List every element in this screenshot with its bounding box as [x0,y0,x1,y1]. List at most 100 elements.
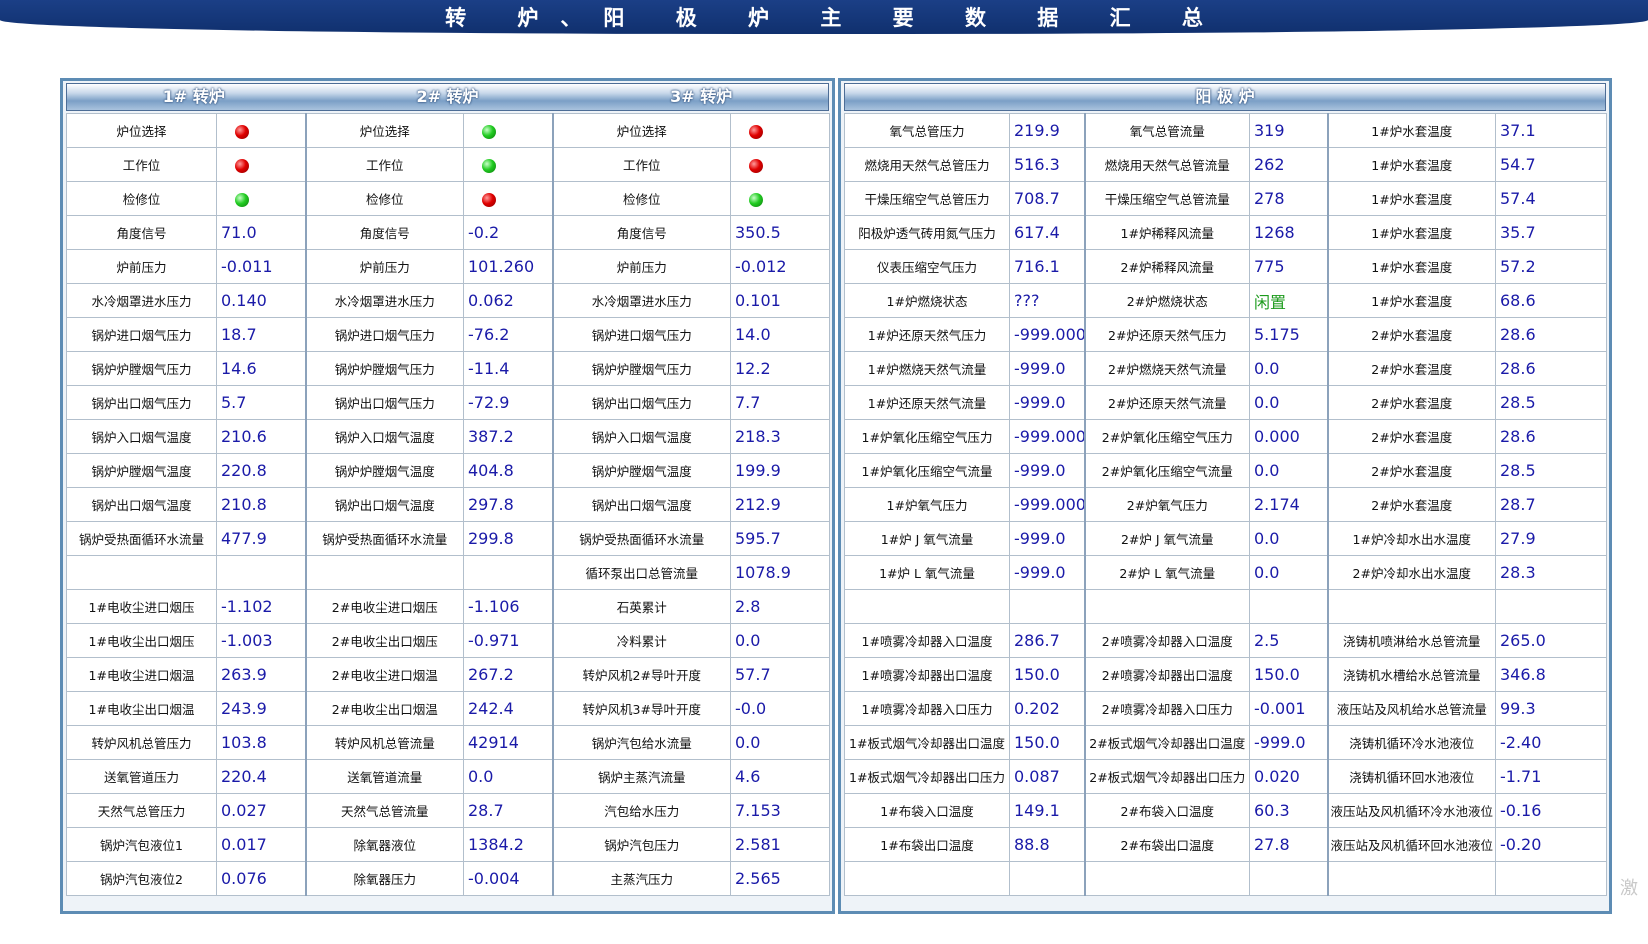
converter-value: 0.101 [730,283,830,318]
converter-label: 检修位 [66,181,217,216]
anode-value: ??? [1009,283,1085,318]
table-row: 锅炉受热面循环水流量 477.9 锅炉受热面循环水流量 299.8 锅炉受热面循环水流量… [66,521,830,556]
table-row: 检修位 检修位 检修位 [66,181,830,216]
anode-value: 0.202 [1009,691,1085,726]
converter-value: -11.4 [463,351,553,386]
converter-value: 2.565 [730,861,830,896]
anode-label: 液压站及风机给水总管流量 [1326,691,1496,726]
converter-value: 14.6 [216,351,306,386]
anode-value: 150.0 [1009,657,1085,692]
anode-label: 2#炉氧化压缩空气流量 [1083,453,1250,488]
converter-value: 267.2 [463,657,553,692]
converter-value: 0.076 [216,861,306,896]
converter-value: 297.8 [463,487,553,522]
converter-label: 炉前压力 [551,249,731,284]
converter-label: 水冷烟罩进水压力 [304,283,464,318]
converter-value: 103.8 [216,725,306,760]
anode-label: 2#板式烟气冷却器出口压力 [1083,759,1250,794]
anode-header: 阳 极 炉 [844,83,1606,111]
table-row: 1#炉 J 氧气流量 -999.0 2#炉 J 氧气流量 0.0 1#炉冷却水出水温度 2… [844,521,1607,556]
anode-label: 1#炉燃烧状态 [844,283,1010,318]
converter-label: 汽包给水压力 [551,793,731,828]
red-indicator-icon [235,124,249,139]
anode-label: 2#炉 J 氧气流量 [1083,521,1250,556]
table-row: 1#喷雾冷却器入口压力 0.202 2#喷雾冷却器入口压力 -0.001 液压站及风机给… [844,691,1607,726]
anode-value: 28.3 [1495,555,1607,590]
table-row: 1#电收尘进口烟压 -1.102 2#电收尘进口烟压 -1.106 石英累计 2.8 [66,589,830,624]
anode-label: 液压站及风机循环回水池液位 [1326,827,1496,862]
converter-label: 锅炉炉膛烟气温度 [304,453,464,488]
converter-label: 锅炉主蒸汽流量 [551,759,731,794]
anode-label: 2#炉水套温度 [1326,419,1496,454]
anode-label: 2#炉还原天然气压力 [1083,317,1250,352]
converter-label [66,555,217,590]
table-row: 1#炉还原天然气压力 -999.000 2#炉还原天然气压力 5.175 2#炉水套温度… [844,317,1607,352]
converter-2-header: 2# 转炉 [416,87,479,106]
anode-label [844,589,1010,624]
converter-label: 检修位 [304,181,464,216]
converter-value: 101.260 [463,249,553,284]
converter-label: 1#电收尘进口烟温 [66,657,217,692]
converter-label: 1#电收尘出口烟压 [66,623,217,658]
converter-value: 243.9 [216,691,306,726]
converter-label: 主蒸汽压力 [551,861,731,896]
converter-value: -0.0 [730,691,830,726]
table-row: 1#电收尘出口烟温 243.9 2#电收尘出口烟温 242.4 转炉风机3#导叶开度 -0… [66,691,830,726]
anode-value: 37.1 [1495,113,1607,148]
converter-value: 0.017 [216,827,306,862]
converter-label: 转炉风机2#导叶开度 [551,657,731,692]
table-row: 1#炉 L 氧气流量 -999.0 2#炉 L 氧气流量 0.0 2#炉冷却水出水温度 2… [844,555,1607,590]
anode-panel: 阳 极 炉 氧气总管压力 219.9 氧气总管流量 319 1#炉水套温度 37.1 燃烧用… [838,78,1612,914]
anode-value: 617.4 [1009,215,1085,250]
table-row: 转炉风机总管压力 103.8 转炉风机总管流量 42914 锅炉汽包给水流量 0.0 [66,725,830,760]
converter-value: 18.7 [216,317,306,352]
red-indicator-icon [749,158,763,173]
converter-value: -1.102 [216,589,306,624]
table-row [844,861,1607,896]
table-row: 1#喷雾冷却器出口温度 150.0 2#喷雾冷却器出口温度 150.0 浇铸机水槽给水总… [844,657,1607,692]
converter-label: 水冷烟罩进水压力 [66,283,217,318]
anode-value: 1268 [1249,215,1328,250]
anode-value: 88.8 [1009,827,1085,862]
converter-label: 锅炉出口烟气温度 [66,487,217,522]
converter-label: 炉位选择 [66,113,217,148]
table-row: 1#电收尘出口烟压 -1.003 2#电收尘出口烟压 -0.971 冷料累计 0.0 [66,623,830,658]
converter-label: 锅炉进口烟气压力 [66,317,217,352]
anode-label: 1#炉还原天然气流量 [844,385,1010,420]
table-row: 阳极炉透气砖用氮气压力 617.4 1#炉稀释风流量 1268 1#炉水套温度 35.7 [844,215,1607,250]
anode-label: 2#炉氧气压力 [1083,487,1250,522]
anode-value: -1.71 [1495,759,1607,794]
table-row: 1#炉燃烧天然气流量 -999.0 2#炉燃烧天然气流量 0.0 2#炉水套温度 28.6 [844,351,1607,386]
anode-value: 0.0 [1249,385,1328,420]
anode-value: 0.020 [1249,759,1328,794]
anode-label: 2#炉 L 氧气流量 [1083,555,1250,590]
converter-value: -1.003 [216,623,306,658]
converter-label: 炉前压力 [304,249,464,284]
anode-label: 2#炉燃烧状态 [1083,283,1250,318]
converter-label: 炉位选择 [304,113,464,148]
anode-value [1009,589,1085,624]
anode-label: 2#喷雾冷却器出口温度 [1083,657,1250,692]
converter-value: 57.7 [730,657,830,692]
converter-label: 2#电收尘进口烟温 [304,657,464,692]
anode-label: 液压站及风机循环冷水池液位 [1326,793,1496,828]
converter-value: 1078.9 [730,555,830,590]
converter-label: 锅炉受热面循环水流量 [66,521,217,556]
converter-value: 4.6 [730,759,830,794]
anode-value: -2.40 [1495,725,1607,760]
anode-value: 28.6 [1495,317,1607,352]
table-row: 1#喷雾冷却器入口温度 286.7 2#喷雾冷却器入口温度 2.5 浇铸机喷淋给水总管流… [844,623,1607,658]
anode-label: 2#炉水套温度 [1326,351,1496,386]
table-row: 锅炉汽包液位1 0.017 除氧器液位 1384.2 锅炉汽包压力 2.581 [66,827,830,862]
anode-value: -999.0 [1009,351,1085,386]
anode-label: 2#炉燃烧天然气流量 [1083,351,1250,386]
anode-label: 1#炉 J 氧气流量 [844,521,1010,556]
converter-label: 锅炉出口烟气温度 [304,487,464,522]
converter-label: 1#电收尘出口烟温 [66,691,217,726]
table-row: 炉位选择 炉位选择 炉位选择 [66,113,830,148]
table-row: 角度信号 71.0 角度信号 -0.2 角度信号 350.5 [66,215,830,250]
anode-label [1083,589,1250,624]
converter-label: 锅炉入口烟气温度 [304,419,464,454]
anode-header-title: 阳 极 炉 [1195,87,1255,106]
anode-value: 28.6 [1495,351,1607,386]
